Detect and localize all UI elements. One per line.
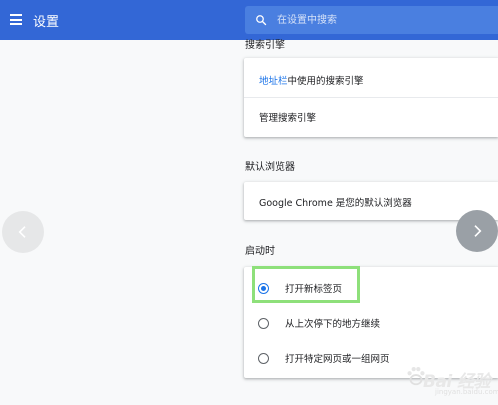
- search-input[interactable]: [277, 11, 477, 29]
- chevron-right-icon: [474, 225, 482, 237]
- default-browser-status: Google Chrome 是您的默认浏览器: [259, 198, 412, 209]
- radio-label-open-specific-pages[interactable]: 打开特定网页或一组网页: [285, 351, 390, 365]
- search-engine-card: 地址栏中使用的搜索引擎 管理搜索引擎: [244, 58, 498, 137]
- chevron-left-icon: [18, 226, 26, 238]
- radio-label-continue-where-left[interactable]: 从上次停下的地方继续: [285, 316, 380, 330]
- manage-search-engines-row[interactable]: 管理搜索引擎: [244, 110, 498, 124]
- radio-open-specific-pages[interactable]: [258, 353, 269, 364]
- search-box[interactable]: [245, 6, 498, 34]
- section-title-on-startup: 启动时: [245, 246, 275, 257]
- address-bar-rest-text: 中使用的搜索引擎: [287, 76, 364, 87]
- highlight-box: [252, 266, 360, 303]
- previous-arrow-button[interactable]: [2, 211, 44, 253]
- search-icon: [256, 15, 267, 26]
- page-title: 设置: [33, 15, 60, 30]
- menu-icon[interactable]: [10, 14, 22, 25]
- watermark-url: jingyan.baidu.com: [435, 388, 498, 396]
- address-bar-search-row[interactable]: 地址栏中使用的搜索引擎: [244, 73, 498, 87]
- default-browser-card: Google Chrome 是您的默认浏览器: [244, 182, 498, 220]
- address-bar-link[interactable]: 地址栏: [259, 76, 288, 87]
- section-title-default-browser: 默认浏览器: [245, 162, 295, 173]
- baidu-watermark: Bai 经验 jingyan.baidu.com: [405, 363, 498, 399]
- section-title-search-engine: 搜索引擎: [245, 40, 285, 51]
- radio-continue-where-left[interactable]: [258, 318, 269, 329]
- app-header: 设置: [0, 0, 498, 40]
- next-arrow-button[interactable]: [456, 210, 498, 252]
- divider: [244, 97, 498, 98]
